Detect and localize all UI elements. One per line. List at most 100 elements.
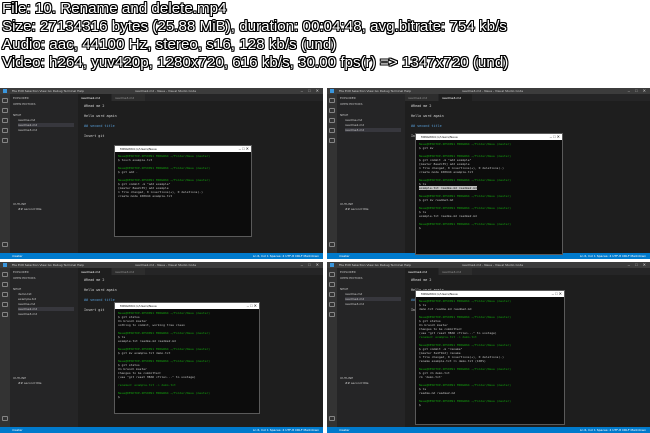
file-item[interactable]: readme2.md — [345, 123, 364, 127]
terminal-window-controls[interactable]: – □ ✕ — [552, 291, 562, 296]
file-name-line: File: 10. Rename and delete.mp4 — [2, 0, 227, 17]
source-control-icon[interactable] — [329, 118, 335, 123]
gear-icon[interactable] — [2, 416, 8, 421]
vscode-logo-icon — [330, 263, 334, 267]
debug-icon[interactable] — [2, 302, 8, 307]
terminal-window[interactable]: MINGW64:/c/Users/Neue – □ ✕ Neue@DESKTOP-2… — [415, 290, 565, 425]
outline-item[interactable]: ## second title — [18, 381, 42, 385]
terminal-title: MINGW64:/c/Users/Neue — [120, 304, 157, 308]
window-controls[interactable]: – □ ✕ — [628, 262, 648, 267]
terminal-window[interactable]: MINGW64:/c/Users/Neue – □ ✕ Neue@DESKTOP-2… — [114, 145, 252, 237]
terminal-title: MINGW64:/c/Users/Neue — [120, 147, 157, 151]
terminal-line: nothing to commit, working tree clean — [118, 323, 185, 327]
file-item[interactable]: readme3.md — [345, 302, 364, 306]
terminal-title-bar: MINGW64:/c/Users/Neue – □ ✕ — [416, 134, 562, 140]
branch-status[interactable]: master — [339, 254, 350, 258]
tab-readme3-md[interactable]: readme3.md — [112, 94, 145, 101]
outline-item[interactable]: ## second title — [18, 207, 42, 211]
gear-icon[interactable] — [329, 416, 335, 421]
open-editors-section[interactable]: OPEN EDITORS — [13, 276, 36, 280]
terminal-window-controls[interactable]: – □ ✕ — [550, 134, 560, 139]
menu-bar[interactable]: File Edit Selection View Go Debug Termin… — [339, 89, 411, 93]
folder-section[interactable]: NEUE — [13, 113, 21, 117]
gear-icon[interactable] — [329, 242, 335, 247]
file-item[interactable]: readme.md — [345, 292, 362, 296]
branch-status[interactable]: master — [12, 254, 23, 258]
extensions-icon[interactable] — [329, 138, 335, 143]
window-controls[interactable]: – □ ✕ — [301, 262, 321, 267]
menu-bar[interactable]: File Edit Selection View Go Debug Termin… — [12, 89, 84, 93]
terminal-line: $ git mv — [419, 146, 434, 150]
explorer-icon[interactable] — [329, 272, 335, 277]
editor-line: ## second title — [84, 298, 115, 302]
file-item[interactable]: readme3.md — [18, 312, 37, 316]
menu-bar[interactable]: File Edit Selection View Go Debug Termin… — [339, 263, 411, 267]
outline-item[interactable]: ## second title — [345, 381, 369, 385]
outline-section[interactable]: OUTLINE — [13, 376, 26, 380]
search-icon[interactable] — [2, 108, 8, 113]
file-item[interactable]: readme.md — [18, 302, 35, 306]
terminal-window[interactable]: MINGW64:/c/Users/Neue – □ ✕ Neue@DESKTOP-2… — [114, 302, 260, 414]
file-item[interactable]: readme.md — [345, 118, 362, 122]
editor-status[interactable]: Ln 6, Col 1 Spaces: 4 UTF-8 CRLF Markdow… — [253, 254, 319, 258]
terminal-window-controls[interactable]: – □ ✕ — [239, 146, 249, 151]
folder-section[interactable]: NEUE — [13, 287, 21, 291]
editor-status[interactable]: Ln 6, Col 1 Spaces: 4 UTF-8 CRLF Markdow… — [580, 428, 646, 432]
open-editors-section[interactable]: OPEN EDITORS — [340, 102, 363, 106]
search-icon[interactable] — [2, 282, 8, 287]
extensions-icon[interactable] — [2, 312, 8, 317]
explorer-icon[interactable] — [2, 272, 8, 277]
gear-icon[interactable] — [2, 242, 8, 247]
terminal-window[interactable]: MINGW64:/c/Users/Neue – □ ✕ Neue@DESKTOP-2… — [415, 133, 563, 255]
search-icon[interactable] — [329, 282, 335, 287]
window-controls[interactable]: – □ ✕ — [301, 88, 321, 93]
folder-section[interactable]: NEUE — [340, 113, 348, 117]
tab-readme2-md[interactable]: readme2.md — [78, 94, 111, 101]
explorer-icon[interactable] — [2, 98, 8, 103]
folder-section[interactable]: NEUE — [340, 287, 348, 291]
tab-readme2-md[interactable]: readme2.md — [78, 268, 111, 275]
outline-section[interactable]: OUTLINE — [340, 202, 353, 206]
outline-section[interactable]: OUTLINE — [13, 202, 26, 206]
debug-icon[interactable] — [329, 128, 335, 133]
editor-status[interactable]: Ln 6, Col 1 Spaces: 4 UTF-8 CRLF Markdow… — [253, 428, 319, 432]
extensions-icon[interactable] — [2, 138, 8, 143]
tab-readme3-md[interactable]: readme3.md — [439, 268, 472, 275]
status-bar: master Ln 6, Col 1 Spaces: 4 UTF-8 CRLF M… — [327, 427, 650, 433]
tab-readme2-md[interactable]: readme2.md — [405, 94, 438, 101]
open-editors-section[interactable]: OPEN EDITORS — [13, 102, 36, 106]
file-item[interactable]: readme3.md — [18, 128, 37, 132]
terminal-window-controls[interactable]: – □ ✕ — [247, 303, 257, 308]
editor-line: Hello word again — [84, 288, 117, 292]
file-item[interactable]: demo.txt — [18, 292, 32, 296]
file-item[interactable]: readme2.md — [18, 123, 74, 127]
extensions-icon[interactable] — [329, 312, 335, 317]
source-control-icon[interactable] — [329, 292, 335, 297]
outline-item[interactable]: ## second title — [345, 207, 369, 211]
branch-status[interactable]: master — [12, 428, 23, 432]
source-control-icon[interactable] — [2, 292, 8, 297]
file-item[interactable]: readme3.md — [345, 128, 401, 132]
open-editors-section[interactable]: OPEN EDITORS — [340, 276, 363, 280]
branch-status[interactable]: master — [339, 428, 350, 432]
debug-icon[interactable] — [2, 128, 8, 133]
tab-readme3-md[interactable]: readme3.md — [112, 268, 145, 275]
file-item[interactable]: readme2.md — [345, 297, 401, 301]
tab-readme2-md[interactable]: readme2.md — [405, 268, 438, 275]
outline-section[interactable]: OUTLINE — [340, 376, 353, 380]
status-bar: master Ln 6, Col 1 Spaces: 4 UTF-8 CRLF M… — [0, 253, 323, 259]
file-item[interactable]: example.txt — [18, 297, 36, 301]
editor-tabs: readme2.md readme3.md — [405, 94, 650, 101]
source-control-icon[interactable] — [2, 118, 8, 123]
vscode-logo-icon — [330, 89, 334, 93]
file-item[interactable]: readme.md — [18, 118, 35, 122]
explorer-icon[interactable] — [329, 98, 335, 103]
thumbnail-grid: File Edit Selection View Go Debug Termin… — [0, 88, 650, 433]
window-controls[interactable]: – □ ✕ — [628, 88, 648, 93]
menu-bar[interactable]: File Edit Selection View Go Debug Termin… — [12, 263, 84, 267]
tab-readme3-md[interactable]: readme3.md — [439, 94, 472, 101]
search-icon[interactable] — [329, 108, 335, 113]
file-item[interactable]: readme2.md — [18, 307, 74, 311]
editor-status[interactable]: Ln 6, Col 1 Spaces: 4 UTF-8 CRLF Markdow… — [580, 254, 646, 258]
debug-icon[interactable] — [329, 302, 335, 307]
